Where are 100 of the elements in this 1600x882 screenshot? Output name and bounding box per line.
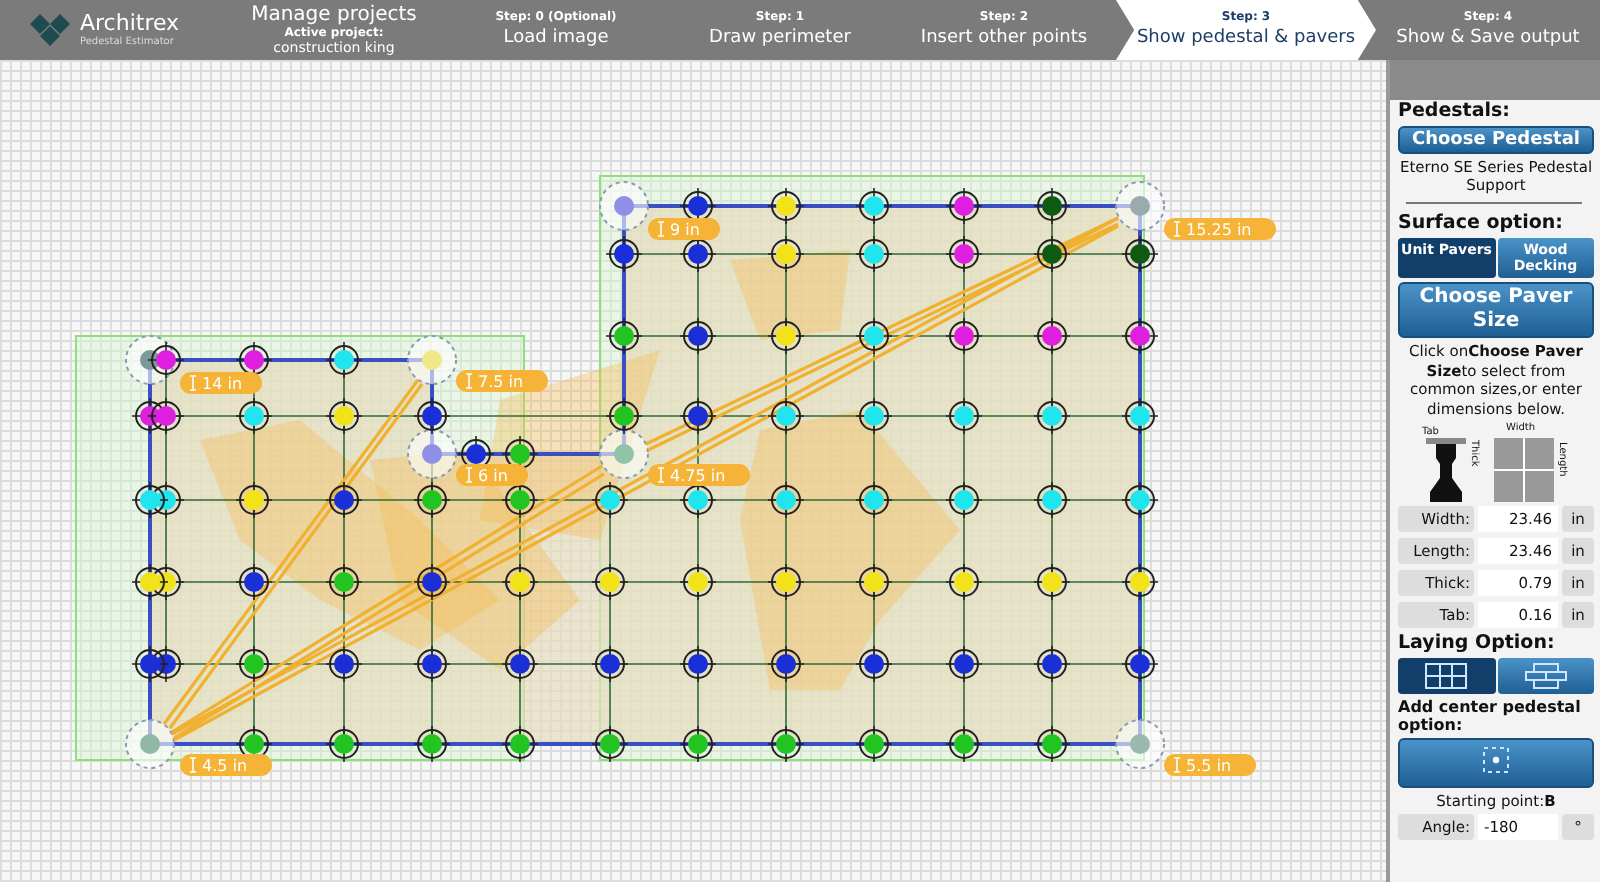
pedestal-marker <box>767 645 805 683</box>
pedestal-marker <box>855 317 893 355</box>
pedestal-marker <box>945 481 983 519</box>
measurement-label: 7.5 in <box>456 370 548 392</box>
pedestal-marker <box>131 481 169 519</box>
measurement-label: 4.5 in <box>180 754 272 776</box>
center-pedestal-heading: Add center pedestal option: <box>1398 698 1583 734</box>
pedestal-marker <box>767 235 805 273</box>
pedestal-marker <box>767 397 805 435</box>
pedestal-marker <box>325 341 363 379</box>
center-pedestal-button[interactable] <box>1398 738 1594 788</box>
pedestal-marker <box>1033 187 1071 225</box>
surface-option-heading: Surface option: <box>1398 212 1565 234</box>
pedestal-marker <box>945 397 983 435</box>
pedestal-marker <box>855 235 893 273</box>
choose-paver-size-button[interactable]: Choose Paver Size <box>1398 282 1594 338</box>
pedestal-marker <box>855 481 893 519</box>
grid-pattern-icon <box>1424 662 1469 690</box>
measurement-label: 9 in <box>648 218 720 240</box>
pedestal-marker <box>945 235 983 273</box>
pedestal-marker <box>945 645 983 683</box>
pedestal-marker <box>591 645 629 683</box>
height-icon <box>189 375 197 391</box>
pedestal-marker <box>945 725 983 763</box>
pedestal-marker <box>679 481 717 519</box>
pedestal-marker <box>413 645 451 683</box>
measurement-label: 5.5 in <box>1164 754 1256 776</box>
pedestal-marker <box>1121 317 1159 355</box>
pedestal-marker <box>1121 563 1159 601</box>
measurement-label: 15.25 in <box>1164 218 1276 240</box>
pedestal-marker <box>1033 645 1071 683</box>
pedestal-marker <box>1033 563 1071 601</box>
height-icon <box>465 373 473 389</box>
pedestal-marker <box>945 317 983 355</box>
laying-option-heading: Laying Option: <box>1398 632 1557 654</box>
pedestal-marker <box>501 645 539 683</box>
pedestal-marker <box>679 563 717 601</box>
pedestal-marker <box>501 481 539 519</box>
pedestal-marker <box>605 317 643 355</box>
pedestal-marker <box>501 563 539 601</box>
measurement-label: 6 in <box>456 464 528 486</box>
pedestal-marker <box>679 235 717 273</box>
pedestal-marker <box>679 317 717 355</box>
pedestal-marker <box>413 397 451 435</box>
pedestal-marker <box>855 563 893 601</box>
logo-icon <box>28 14 72 46</box>
laying-option-toggle[interactable] <box>1497 658 1594 694</box>
pedestal-marker <box>679 397 717 435</box>
pedestal-marker <box>501 725 539 763</box>
pedestal-marker <box>767 317 805 355</box>
pedestal-marker <box>413 563 451 601</box>
pedestal-marker <box>1033 235 1071 273</box>
pedestals-heading: Pedestals: <box>1398 100 1512 122</box>
pedestal-marker <box>945 563 983 601</box>
pedestal-marker <box>945 187 983 225</box>
pedestal-marker <box>1121 235 1159 273</box>
height-icon <box>465 467 473 483</box>
pedestal-marker <box>131 563 169 601</box>
measurement-label: 4.75 in <box>648 464 750 486</box>
manage-projects-link[interactable]: Manage projects <box>251 3 417 25</box>
pedestal-marker <box>855 187 893 225</box>
height-icon <box>1173 221 1181 237</box>
pedestal-marker <box>325 397 363 435</box>
pedestal-marker <box>591 481 629 519</box>
pedestal-marker <box>413 481 451 519</box>
paver-tiles-icon <box>1494 438 1554 502</box>
pedestal-marker <box>325 725 363 763</box>
pedestal-marker <box>1121 645 1159 683</box>
pedestal-marker <box>767 563 805 601</box>
pedestal-marker <box>413 725 451 763</box>
slope-area <box>730 250 850 340</box>
pedestal-marker <box>1033 397 1071 435</box>
height-icon <box>657 221 665 237</box>
laying-option-toggle[interactable] <box>1398 658 1495 694</box>
choose-pedestal-button[interactable]: Choose Pedestal <box>1398 126 1594 154</box>
pedestal-marker <box>325 563 363 601</box>
pedestal-marker <box>767 725 805 763</box>
pedestal-marker <box>1121 481 1159 519</box>
pedestal-marker <box>1033 725 1071 763</box>
pedestal-marker <box>1121 397 1159 435</box>
height-icon <box>1173 757 1181 773</box>
pedestal-marker <box>235 481 273 519</box>
height-icon <box>657 467 665 483</box>
pedestal-marker <box>767 187 805 225</box>
pedestal-marker <box>679 645 717 683</box>
pedestal-marker <box>767 481 805 519</box>
pedestal-marker <box>1033 317 1071 355</box>
measurement-label: 14 in <box>180 372 262 394</box>
pedestal-marker <box>591 563 629 601</box>
pedestal-marker <box>605 397 643 435</box>
pedestal-marker <box>131 645 169 683</box>
pedestal-marker <box>1033 481 1071 519</box>
pedestal-marker <box>855 645 893 683</box>
pedestal-marker <box>855 725 893 763</box>
pedestal-marker <box>147 397 185 435</box>
pedestal-marker <box>591 725 629 763</box>
pedestal-marker <box>325 645 363 683</box>
pedestal-marker <box>235 563 273 601</box>
pedestal-marker <box>679 725 717 763</box>
center-pedestal-icon <box>1480 746 1512 774</box>
